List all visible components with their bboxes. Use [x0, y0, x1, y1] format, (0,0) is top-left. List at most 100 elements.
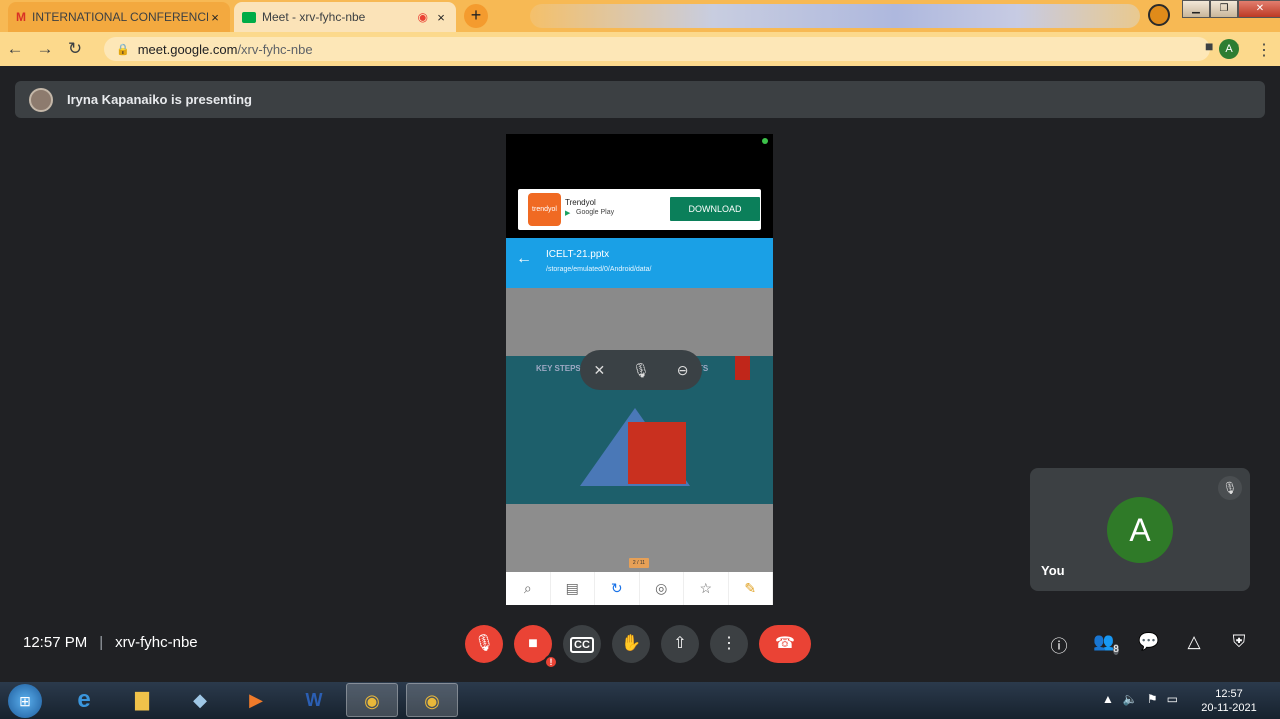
tab-meet[interactable]: Meet - xrv-fyhc-nbe ◉ ×: [234, 2, 456, 32]
close-tab-icon[interactable]: ×: [208, 10, 222, 25]
chat-icon[interactable]: 💬: [1137, 632, 1161, 674]
sync-icon: ↻: [595, 572, 640, 605]
address-toolbar: ← → ↻ 🔒 meet.google.com/xrv-fyhc-nbe ■ ☆: [0, 32, 1280, 66]
presenter-avatar: [29, 87, 53, 112]
self-label: You: [1041, 563, 1065, 578]
more-menu-icon[interactable]: ⋮: [1256, 40, 1272, 60]
activities-icon[interactable]: △: [1182, 632, 1206, 674]
star-icon: ☆: [684, 572, 729, 605]
url-path: /xrv-fyhc-nbe: [237, 41, 313, 57]
status-dot-icon: [762, 138, 768, 144]
flag-icon[interactable]: ⚑: [1147, 692, 1158, 706]
captions-button[interactable]: CC: [563, 625, 601, 663]
ad-store: Google Play: [576, 209, 615, 216]
word-icon[interactable]: W: [288, 683, 340, 717]
mic-off-icon: 🎙: [473, 635, 495, 652]
leave-call-button[interactable]: ☎: [759, 625, 811, 663]
back-arrow-icon: ←: [516, 250, 532, 267]
slide-title: KEY STEPS: [536, 364, 581, 373]
hang-up-icon: ☎: [775, 635, 795, 652]
profile-avatar[interactable]: A: [1219, 39, 1239, 59]
mic-toggle-button[interactable]: 🎙: [465, 625, 503, 663]
mic-icon: 🎙: [632, 361, 650, 378]
slide-gap-top: [506, 288, 773, 356]
host-controls-icon[interactable]: ⛨: [1227, 632, 1251, 674]
tab-gmail[interactable]: M INTERNATIONAL CONFERENCE O ×: [8, 2, 230, 32]
clock-date: 20-11-2021: [1201, 702, 1257, 714]
slide-red-bar: [735, 356, 750, 380]
participants-badge: 8: [1113, 644, 1119, 655]
close-tab-icon[interactable]: ×: [434, 10, 448, 25]
system-tray: ▲ 🔈 ⚑ ▭: [1102, 692, 1178, 706]
present-button[interactable]: ⇧: [661, 625, 699, 663]
unpin-icon: ✕: [593, 361, 606, 378]
file-name: ICELT-21.pptx: [546, 249, 610, 260]
meeting-time: 12:57 PM: [23, 634, 88, 651]
info-icon[interactable]: ⓘ: [1047, 632, 1071, 674]
minimize-icon[interactable]: ▁: [1182, 0, 1210, 18]
clipboard-icon: ▤: [551, 572, 595, 605]
separator: |: [99, 634, 104, 651]
meeting-side-controls: ⓘ 👥8 💬 △ ⛨: [1047, 632, 1251, 674]
gmail-icon: M: [16, 10, 26, 24]
camera-icon[interactable]: ■: [1205, 38, 1213, 55]
people-icon[interactable]: 👥8: [1092, 632, 1119, 674]
restore-icon[interactable]: ❐: [1210, 0, 1238, 18]
viewer-toolbar: ⌕ ▤ ↻ ◎ ☆ ✎: [506, 572, 773, 605]
raise-hand-button[interactable]: ✋: [612, 625, 650, 663]
muted-mic-icon: 🎙: [1218, 476, 1242, 500]
captions-icon: CC: [570, 637, 594, 653]
close-window-icon[interactable]: ✕: [1238, 0, 1280, 18]
more-options-button[interactable]: ⋮: [710, 625, 748, 663]
profile-indicator-icon[interactable]: [1148, 4, 1170, 26]
trendyol-logo: trendyol: [528, 193, 561, 226]
ad-banner: trendyol Trendyol ▶ Google Play DOWNLOAD: [518, 189, 761, 230]
file-header: ← ICELT-21.pptx /storage/emulated/0/Andr…: [506, 238, 773, 288]
google-play-icon: ▶: [565, 210, 571, 217]
globe-icon: ◎: [640, 572, 684, 605]
self-video-tile[interactable]: A You 🎙: [1030, 468, 1250, 591]
taskbar-clock[interactable]: 12:57 20-11-2021: [1196, 687, 1262, 715]
start-button[interactable]: ⊞: [8, 684, 42, 718]
call-controls: 🎙 ■! CC ✋ ⇧ ⋮ ☎: [465, 625, 811, 669]
slide-red-box: [628, 422, 686, 484]
edit-icon: ✎: [729, 572, 773, 605]
chrome-profile-a-icon[interactable]: ◉: [406, 683, 458, 717]
internet-explorer-icon[interactable]: e: [58, 683, 110, 717]
tab-title: Meet - xrv-fyhc-nbe: [262, 10, 366, 24]
presenting-text: Iryna Kapanaiko is presenting: [67, 92, 252, 107]
new-tab-button[interactable]: +: [464, 4, 488, 28]
window-controls: ▁ ❐ ✕: [1182, 0, 1280, 18]
url-bar[interactable]: 🔒 meet.google.com/xrv-fyhc-nbe: [104, 37, 1210, 61]
lock-icon[interactable]: 🔒: [116, 43, 130, 56]
page-indicator: 2 / 11: [629, 558, 649, 568]
file-path: /storage/emulated/0/Android/data/: [546, 266, 652, 273]
warning-icon: !: [544, 655, 558, 669]
tray-expand-icon[interactable]: ▲: [1102, 692, 1114, 706]
forward-icon[interactable]: →: [30, 39, 60, 59]
hand-icon: ✋: [621, 635, 641, 652]
volume-icon[interactable]: 🔈: [1123, 692, 1138, 706]
chrome-profile-r-icon[interactable]: ◉: [346, 683, 398, 717]
remove-icon: ⊖: [676, 361, 689, 378]
reload-icon[interactable]: ↻: [60, 39, 90, 59]
camera-toggle-button[interactable]: ■!: [514, 625, 558, 669]
ad-app-name: Trendyol: [565, 198, 596, 207]
slide-content: KEY STEPS TS ✕ 🎙 ⊖: [506, 350, 773, 504]
search-icon: ⌕: [506, 572, 551, 605]
browser-tab-bar: M INTERNATIONAL CONFERENCE O × Meet - xr…: [0, 0, 1280, 32]
meeting-info: 12:57 PM | xrv-fyhc-nbe: [23, 634, 198, 651]
present-screen-icon: ⇧: [673, 635, 687, 652]
notes-app-icon[interactable]: ◆: [174, 683, 226, 717]
screen-overlay-controls: ✕ 🎙 ⊖: [580, 350, 702, 390]
meet-icon: [242, 11, 256, 23]
back-icon[interactable]: ←: [0, 39, 30, 59]
meeting-code: xrv-fyhc-nbe: [115, 634, 198, 651]
shared-screen: trendyol Trendyol ▶ Google Play DOWNLOAD…: [506, 134, 773, 605]
clock-time: 12:57: [1215, 688, 1243, 700]
taskbar: ⊞ e ▇ ◆ ▶ W ◉ ◉ ▲ 🔈 ⚑ ▭ 12:57 20-11-2021: [0, 682, 1280, 719]
network-icon[interactable]: ▭: [1167, 692, 1178, 706]
file-explorer-icon[interactable]: ▇: [116, 683, 168, 717]
recording-icon: ◉: [417, 10, 428, 24]
media-player-icon[interactable]: ▶: [230, 683, 282, 717]
